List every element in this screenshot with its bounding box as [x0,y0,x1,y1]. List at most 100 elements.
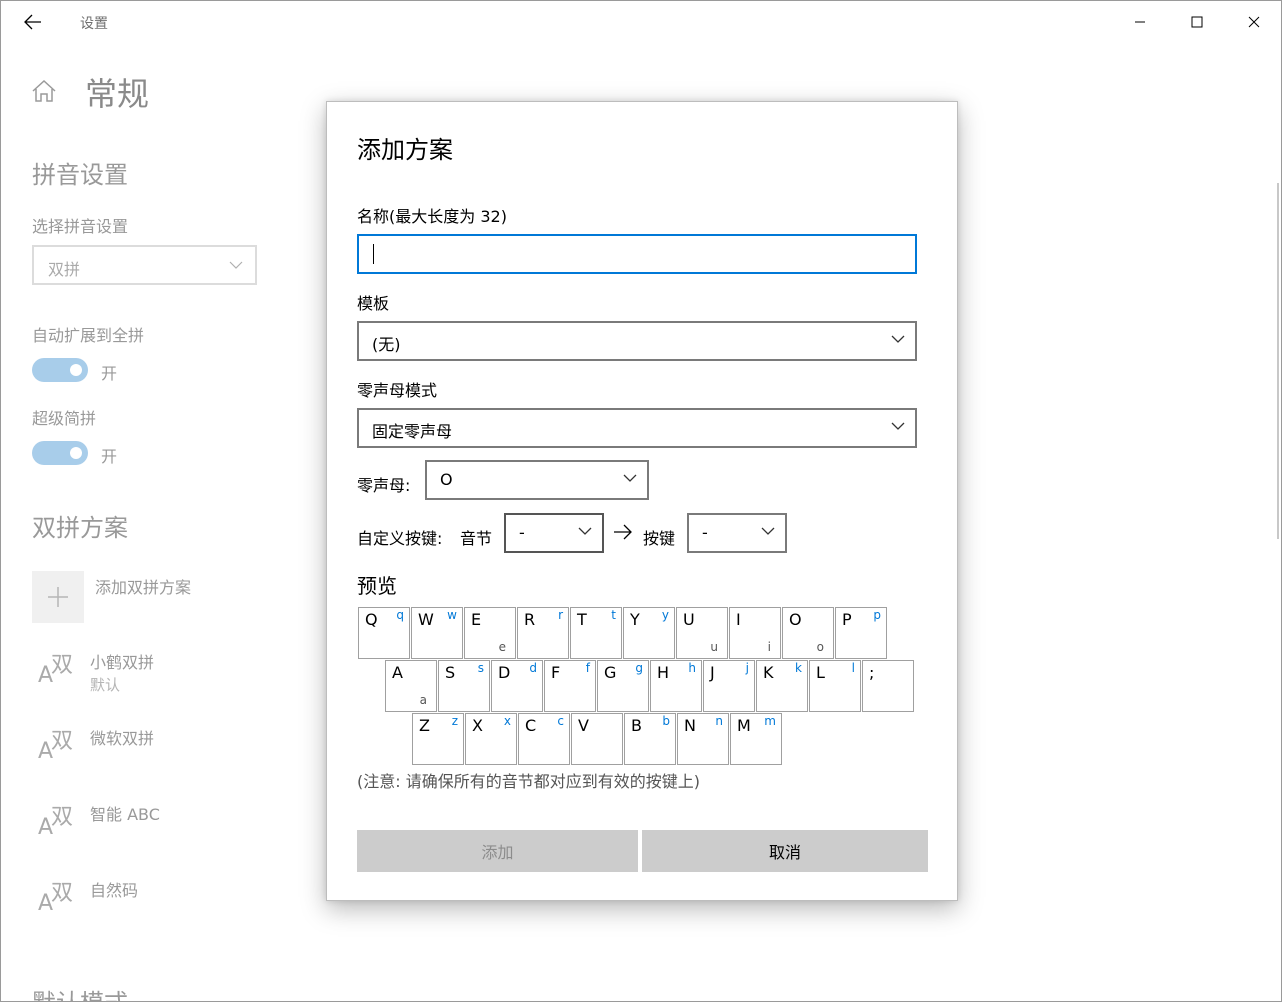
zero-initial-dropdown[interactable]: O [425,460,649,500]
chevron-down-icon [623,474,637,482]
key-mapping: z [451,714,458,728]
auto-expand-toggle[interactable] [32,358,88,382]
key-mapping: c [557,714,564,728]
close-icon [1248,16,1259,28]
scheme-default-tag: 默认 [90,676,121,694]
shuangpin-icon: A双 [38,729,74,764]
keyboard-key: Ii [729,607,781,659]
add-button[interactable]: 添加 [357,830,638,872]
keyboard-key: Xx [465,713,517,765]
key-letter: K [763,663,774,682]
pinyin-settings-heading: 拼音设置 [32,161,128,189]
keyboard-key: Gg [597,660,649,712]
maximize-button[interactable] [1168,1,1225,43]
keyboard-key: Yy [623,607,675,659]
scheme-name[interactable]: 小鹤双拼 [90,649,154,673]
back-button[interactable] [13,7,53,37]
name-label: 名称(最大长度为 32) [357,207,507,226]
key-mapping: l [851,661,855,675]
key-mapping: x [503,714,511,728]
key-letter: U [683,610,695,629]
key-zero-initial: a [419,693,427,707]
keyboard-key: Rr [517,607,569,659]
key-mapping: f [585,661,590,675]
name-input[interactable] [357,234,917,274]
text-caret [373,244,374,264]
key-zero-initial: e [498,640,506,654]
plus-icon [48,587,68,607]
keyboard-key: Aa [385,660,437,712]
scrollbar[interactable] [1277,183,1279,539]
key-mapping: j [745,661,749,675]
shuangpin-icon: A双 [38,805,74,840]
keyboard-key: ; [862,660,914,712]
keyboard-key: Oo [782,607,834,659]
zero-mode-label: 零声母模式 [357,381,438,400]
key-zero-initial: u [710,640,718,654]
keyboard-key: V [571,713,623,765]
chevron-down-icon [891,335,905,343]
scheme-name[interactable]: 自然码 [90,877,138,901]
chevron-down-icon [761,527,775,535]
toggle-knob [70,364,82,376]
home-icon [32,79,56,102]
toggle-knob [70,447,82,459]
add-scheme-tile[interactable] [32,571,84,623]
key-letter: M [737,716,751,735]
key-letter: L [816,663,825,682]
pinyin-select[interactable]: 双拼 [32,245,257,285]
syllable-dropdown[interactable]: - [504,513,604,553]
page-title: 常规 [85,75,150,113]
key-mapping: p [873,608,881,622]
scheme-name[interactable]: 智能 ABC [90,801,160,825]
keyboard-key: Hh [650,660,702,712]
app-title: 设置 [80,16,108,32]
scheme-name[interactable]: 微软双拼 [90,725,154,749]
keyboard-key: Uu [676,607,728,659]
key-dropdown[interactable]: - [687,513,787,553]
super-abbrev-label: 超级简拼 [32,409,97,428]
minimize-button[interactable] [1111,1,1168,43]
note-text: (注意: 请确保所有的音节都对应到有效的按键上) [357,772,700,791]
template-dropdown[interactable]: (无) [357,321,917,361]
default-mode-heading: 默认模式 [32,983,128,1001]
minimize-icon [1134,21,1145,23]
add-scheme-label[interactable]: 添加双拼方案 [95,574,191,598]
key-letter: Z [419,716,430,735]
close-button[interactable] [1225,1,1281,43]
key-mapping: r [558,608,563,622]
key-label: 按键 [643,529,676,548]
super-abbrev-state: 开 [101,447,118,466]
key-letter: H [657,663,670,682]
key-letter: N [684,716,696,735]
shuangpin-icon: A双 [38,881,74,916]
keyboard-key: Cc [518,713,570,765]
key-mapping: b [662,714,670,728]
key-letter: C [525,716,537,735]
home-button[interactable] [31,79,57,107]
shuangpin-scheme-heading: 双拼方案 [32,514,128,542]
keyboard-key: Ff [544,660,596,712]
key-letter: J [710,663,715,682]
preview-title: 预览 [357,574,397,598]
settings-window: 设置 常规 拼音设置 选择拼音设置 双拼 自动扩展到全拼 开 超级简拼 开 双拼… [0,0,1282,1002]
key-mapping: q [396,608,404,622]
key-letter: A [392,663,403,682]
key-letter: X [472,716,483,735]
keyboard-key: Dd [491,660,543,712]
key-mapping: d [529,661,537,675]
key-mapping: n [715,714,723,728]
cancel-button[interactable]: 取消 [642,830,928,872]
key-letter: ; [869,663,875,682]
keyboard-key: Tt [570,607,622,659]
add-scheme-dialog: 添加方案 名称(最大长度为 32) 模板 (无) 零声母模式 固定零声母 零声母… [326,101,958,901]
keyboard-key: Bb [624,713,676,765]
syllable-value: - [519,523,525,542]
key-letter: B [631,716,642,735]
auto-expand-state: 开 [101,364,118,383]
zero-mode-dropdown[interactable]: 固定零声母 [357,408,917,448]
syllable-label: 音节 [460,529,493,548]
arrow-right-icon [614,524,632,540]
super-abbrev-toggle[interactable] [32,441,88,465]
zero-mode-value: 固定零声母 [372,422,453,441]
